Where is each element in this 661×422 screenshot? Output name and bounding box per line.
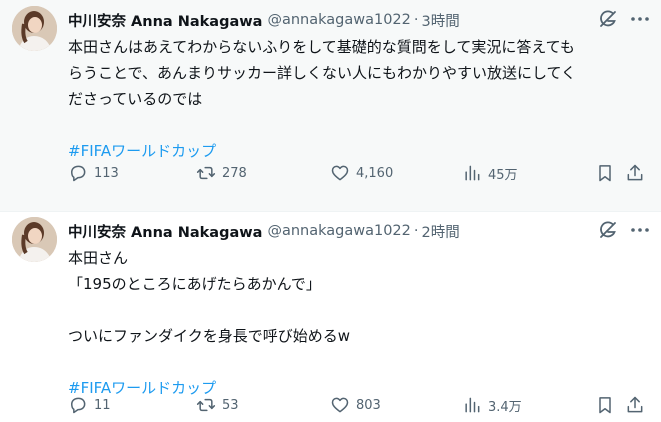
views-icon: [465, 397, 480, 413]
separator-dot: ·: [413, 12, 419, 28]
tweet-divider: [0, 211, 661, 212]
views-icon: [465, 165, 480, 181]
author-name[interactable]: 中川安奈 Anna Nakagawa: [68, 10, 262, 31]
grok-icon[interactable]: [597, 219, 619, 241]
tweet-header: 中川安奈 Anna Nakagawa @annakagawa1022 · 3時間: [68, 9, 649, 31]
share-button[interactable]: [620, 390, 650, 420]
views-button[interactable]: 3.4万: [462, 390, 522, 420]
tweet-text-line: ついにファンダイクを身長で呼び始めるw: [68, 327, 350, 345]
heart-icon: [331, 397, 349, 413]
views-count: 3.4万: [488, 399, 522, 415]
tweet-actions: 11 53 803 3.4万: [62, 390, 653, 420]
avatar[interactable]: [12, 6, 57, 51]
reply-button[interactable]: 113: [68, 158, 119, 188]
retweet-icon: [196, 166, 216, 180]
separator-dot: ·: [413, 223, 419, 239]
share-icon: [627, 396, 643, 413]
tweet-time[interactable]: 3時間: [421, 10, 459, 31]
like-count: 4,160: [356, 165, 394, 181]
tweet-header: 中川安奈 Anna Nakagawa @annakagawa1022 · 2時間: [68, 220, 649, 242]
tweet-time[interactable]: 2時間: [421, 221, 459, 242]
bookmark-button[interactable]: [590, 158, 620, 188]
retweet-count: 278: [222, 165, 247, 181]
author-name[interactable]: 中川安奈 Anna Nakagawa: [68, 221, 262, 242]
retweet-icon: [196, 398, 216, 412]
like-button[interactable]: 803: [330, 390, 381, 420]
like-button[interactable]: 4,160: [330, 158, 393, 188]
share-button[interactable]: [620, 158, 650, 188]
retweet-button[interactable]: 278: [196, 158, 247, 188]
heart-icon: [331, 165, 349, 181]
tweet-text-line: らうことで、あんまりサッカー詳しくない人にもわかりやすい放送にしてく: [68, 64, 577, 82]
tweet-1[interactable]: 中川安奈 Anna Nakagawa @annakagawa1022 · 3時間…: [0, 0, 661, 211]
grok-icon[interactable]: [597, 8, 619, 30]
reply-count: 113: [94, 165, 119, 181]
tweet-text-line: ださっているのでは: [68, 90, 203, 108]
reply-icon: [71, 397, 86, 414]
bookmark-icon: [599, 397, 611, 414]
more-icon[interactable]: [627, 8, 653, 30]
tweet-text: 本田さんはあえてわからないふりをして基礎的な質問をして実況に答えても らうことで…: [68, 34, 649, 164]
retweet-button[interactable]: 53: [196, 390, 239, 420]
bookmark-button[interactable]: [590, 390, 620, 420]
bookmark-icon: [599, 165, 611, 182]
reply-icon: [71, 165, 86, 182]
tweet-text: 本田さん 「195のところにあげたらあかんで」 ついにファンダイクを身長で呼び始…: [68, 245, 649, 401]
tweet-2[interactable]: 中川安奈 Anna Nakagawa @annakagawa1022 · 2時間…: [0, 211, 661, 422]
reply-count: 11: [94, 397, 111, 413]
tweet-text-line: 本田さんはあえてわからないふりをして基礎的な質問をして実況に答えても: [68, 38, 575, 56]
avatar-photo: [12, 217, 57, 262]
like-count: 803: [356, 397, 381, 413]
tweet-text-line: 本田さん: [68, 249, 129, 267]
avatar[interactable]: [12, 217, 57, 262]
retweet-count: 53: [222, 397, 239, 413]
views-button[interactable]: 45万: [462, 158, 518, 188]
author-handle[interactable]: @annakagawa1022: [267, 223, 410, 239]
avatar-photo: [12, 6, 57, 51]
tweet-text-line: 「195のところにあげたらあかんで」: [68, 275, 321, 293]
tweet-text-line: [68, 297, 649, 323]
share-icon: [627, 164, 643, 181]
reply-button[interactable]: 11: [68, 390, 111, 420]
views-count: 45万: [488, 167, 518, 183]
tweet-actions: 113 278 4,160 45万: [62, 158, 653, 188]
author-handle[interactable]: @annakagawa1022: [267, 12, 410, 28]
more-icon[interactable]: [627, 219, 653, 241]
